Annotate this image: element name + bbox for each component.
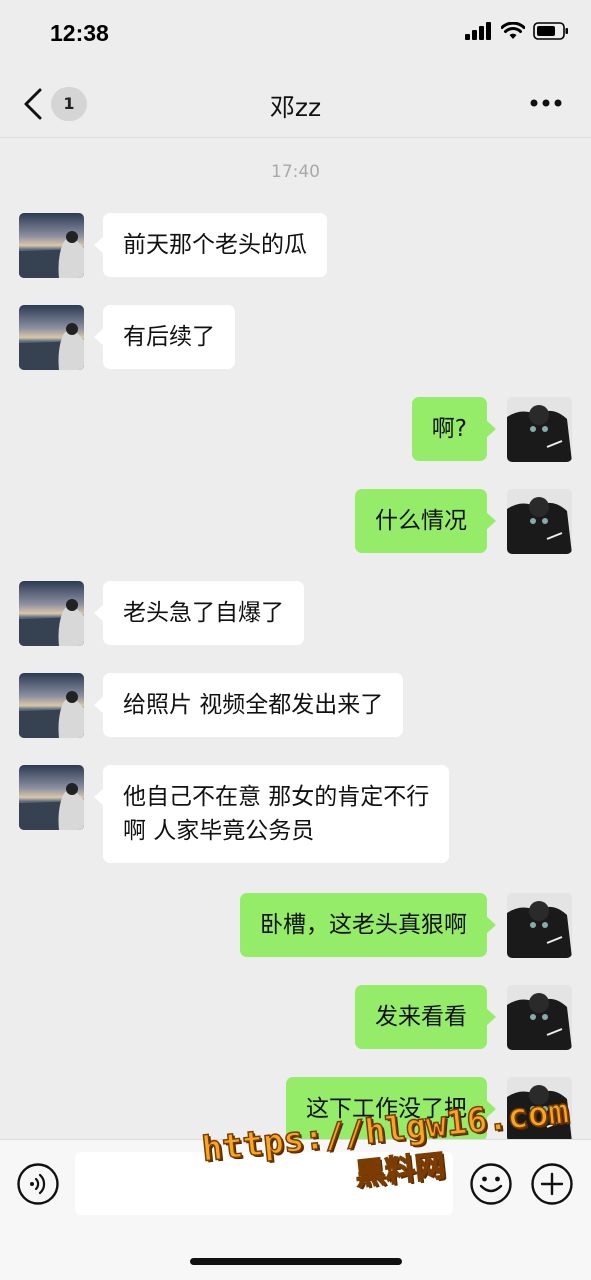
message-bubble-outgoing[interactable]: 什么情况 [355,489,496,553]
voice-icon[interactable] [16,1162,60,1206]
message-bubble-outgoing[interactable]: 发来看看 [355,985,496,1049]
contact-avatar[interactable] [19,673,84,738]
status-time: 12:38 [50,20,109,46]
self-avatar[interactable] [507,489,572,554]
battery-icon [533,22,568,40]
wifi-icon [501,22,525,39]
home-indicator [190,1258,402,1265]
chat-title: 邓zz [269,93,322,122]
message-bubble-outgoing[interactable]: 啊? [411,397,497,461]
self-avatar[interactable] [507,985,572,1050]
message-bubble-incoming[interactable]: 有后续了 [94,305,235,369]
message-bubble-incoming[interactable]: 给照片 视频全都发出来了 [93,673,404,737]
message-bubble-incoming[interactable]: 前天那个老头的瓜 [94,213,327,277]
more-icon[interactable] [529,98,563,108]
contact-avatar[interactable] [19,765,84,830]
self-avatar[interactable] [507,893,572,958]
message-bubble-incoming[interactable]: 他自己不在意 那女的肯定不行 啊 人家毕竟公务员 [93,765,450,863]
status-icons [465,22,569,40]
contact-avatar[interactable] [19,581,84,646]
contact-avatar[interactable] [19,305,84,370]
nav-bar: 1 邓zz [0,70,591,138]
message-bubble-outgoing[interactable]: 卧槽，这老头真狠啊 [240,893,496,957]
contact-avatar[interactable] [19,213,84,278]
self-avatar[interactable] [507,397,572,462]
signal-icon [465,22,491,40]
status-bar: 12:38 [0,0,591,70]
message-bubble-incoming[interactable]: 老头急了自爆了 [94,581,304,645]
chat-timestamp: 17:40 [271,162,320,182]
